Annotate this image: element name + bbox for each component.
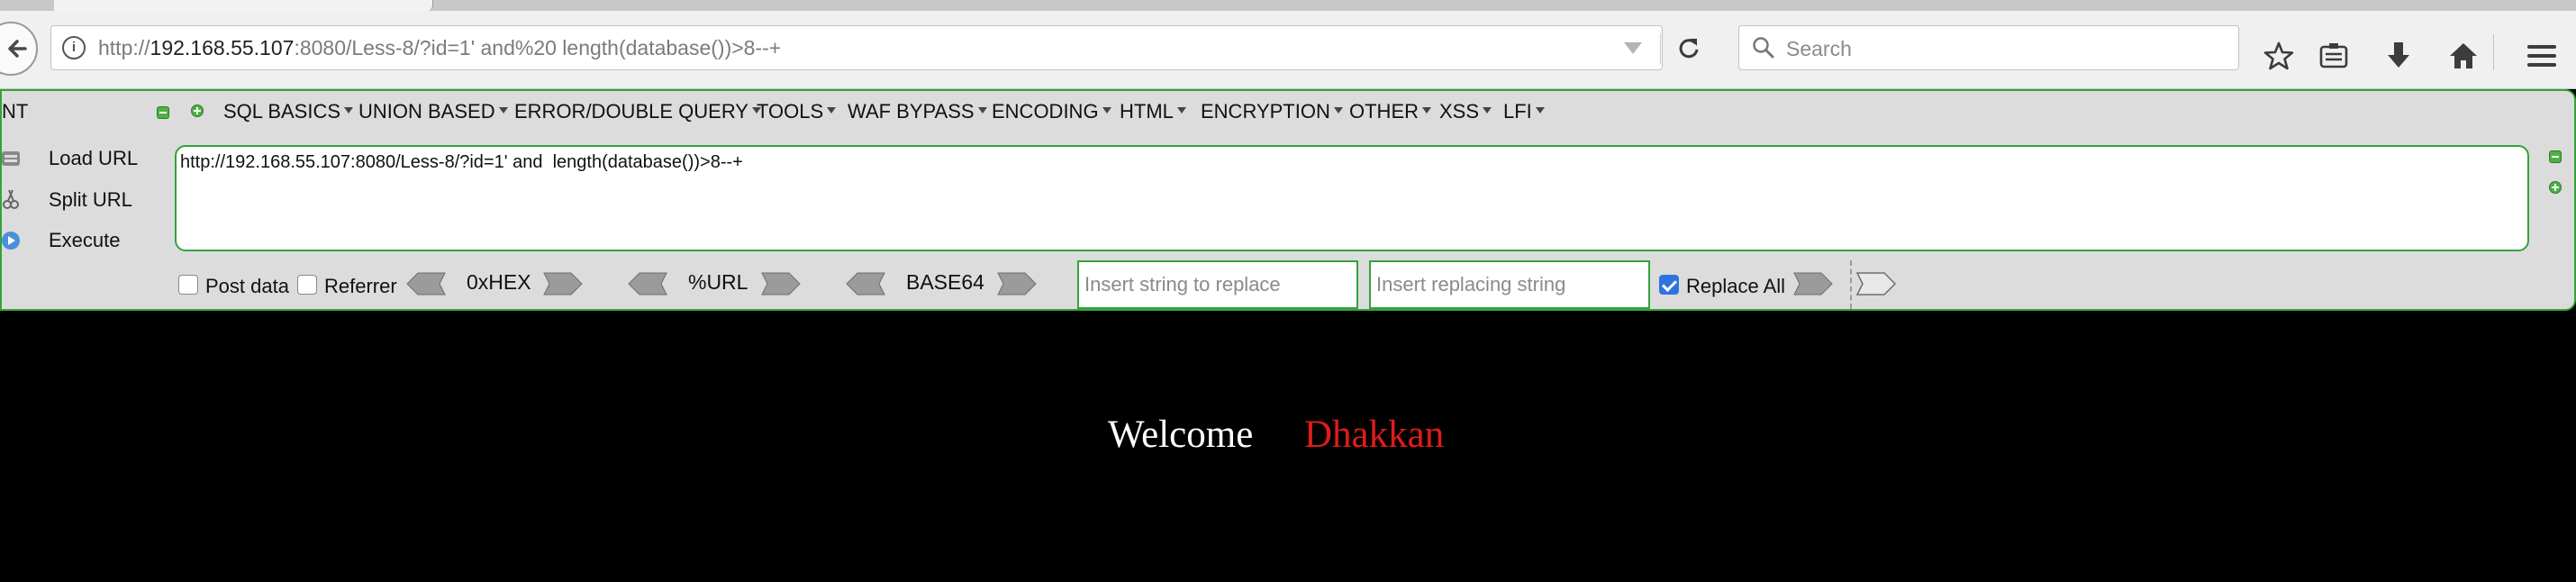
- hex-encode-arrow-icon[interactable]: [542, 271, 584, 296]
- reading-list-icon: [2319, 43, 2348, 68]
- search-input[interactable]: Search: [1786, 37, 1852, 61]
- caret-down-icon: [977, 106, 987, 114]
- collapse-icon[interactable]: [157, 106, 169, 119]
- hex-label: 0xHEX: [467, 270, 531, 294]
- hex-decode-arrow-icon[interactable]: [405, 271, 447, 296]
- url-encode-arrow-icon[interactable]: [760, 271, 802, 296]
- info-icon[interactable]: i: [62, 36, 86, 59]
- browser-tab[interactable]: [54, 0, 433, 11]
- caret-down-icon: [1176, 106, 1186, 114]
- expand-icon[interactable]: [191, 105, 204, 117]
- menu-html[interactable]: HTML: [1120, 100, 1186, 123]
- menu-lfi[interactable]: LFI: [1503, 100, 1545, 123]
- load-url-button[interactable]: Load URL: [49, 147, 138, 170]
- download-icon: [2388, 42, 2409, 68]
- replace-all-label: Replace All: [1686, 275, 1786, 297]
- search-bar[interactable]: Search: [1738, 25, 2239, 70]
- tab-strip: [0, 0, 2576, 11]
- caret-down-icon: [1333, 106, 1343, 114]
- base64-encode-arrow-icon[interactable]: [996, 271, 1038, 296]
- reload-icon: [1679, 39, 1699, 59]
- caret-down-icon: [1422, 106, 1431, 114]
- hamburger-menu-icon: [2527, 45, 2556, 67]
- username-text: Dhakkan: [1304, 414, 1445, 456]
- bookmark-star-icon: [2263, 41, 2294, 70]
- post-data-label: Post data: [205, 275, 289, 297]
- replace-arrow-icon[interactable]: [1792, 271, 1834, 296]
- hackbar-title-fragment: NT: [2, 100, 29, 123]
- url-host: 192.168.55.107: [150, 36, 295, 59]
- home-icon: [2450, 43, 2477, 68]
- dashed-separator: [1850, 260, 1852, 309]
- menu-error-double-query[interactable]: ERROR/DOUBLE QUERY: [514, 100, 761, 123]
- load-url-icon[interactable]: [0, 148, 22, 169]
- referrer-checkbox[interactable]: [297, 275, 317, 295]
- caret-down-icon: [1535, 106, 1545, 114]
- navigation-toolbar: i http://192.168.55.107:8080/Less-8/?id=…: [0, 11, 2576, 89]
- base64-decode-arrow-icon[interactable]: [845, 271, 886, 296]
- welcome-text: Welcome: [1108, 414, 1254, 456]
- caret-down-icon: [498, 106, 508, 114]
- post-data-checkbox[interactable]: [178, 275, 198, 295]
- menu-union-based[interactable]: UNION BASED: [358, 100, 508, 123]
- execute-icon[interactable]: [0, 230, 22, 251]
- menu-waf-bypass[interactable]: WAF BYPASS: [848, 100, 987, 123]
- url-separator: [1660, 33, 1661, 64]
- split-url-button[interactable]: Split URL: [49, 188, 132, 212]
- caret-down-icon: [1483, 106, 1492, 114]
- menu-encryption[interactable]: ENCRYPTION: [1201, 100, 1343, 123]
- url-decode-arrow-icon[interactable]: [627, 271, 668, 296]
- replace-next-arrow-icon[interactable]: [1855, 271, 1897, 296]
- menu-button[interactable]: [2522, 36, 2562, 76]
- bookmark-button[interactable]: [2259, 36, 2299, 76]
- back-arrow-icon: [8, 40, 27, 58]
- split-url-icon[interactable]: [0, 188, 22, 210]
- shrink-icon[interactable]: [2549, 150, 2562, 163]
- search-icon: [1753, 37, 1774, 59]
- url-bar[interactable]: i http://192.168.55.107:8080/Less-8/?id=…: [50, 25, 1699, 70]
- menu-encoding[interactable]: ENCODING: [992, 100, 1111, 123]
- caret-down-icon: [827, 106, 837, 114]
- string-to-replace-input[interactable]: Insert string to replace: [1077, 260, 1358, 309]
- grow-icon[interactable]: [2549, 181, 2562, 194]
- dropdown-icon[interactable]: [1624, 42, 1642, 54]
- back-button[interactable]: [0, 22, 38, 76]
- url-text[interactable]: http://192.168.55.107:8080/Less-8/?id=1'…: [98, 36, 781, 60]
- menu-sql-basics[interactable]: SQL BASICS: [223, 100, 354, 123]
- reload-button[interactable]: [1673, 32, 1705, 64]
- base64-label: BASE64: [906, 270, 984, 294]
- download-button[interactable]: [2379, 36, 2418, 76]
- menu-xss[interactable]: XSS: [1439, 100, 1492, 123]
- url-textarea[interactable]: http://192.168.55.107:8080/Less-8/?id=1'…: [175, 145, 2529, 251]
- replace-all-checkbox[interactable]: [1659, 275, 1679, 295]
- execute-button[interactable]: Execute: [49, 229, 121, 252]
- caret-down-icon: [1102, 106, 1111, 114]
- referrer-label: Referrer: [324, 275, 397, 297]
- url-encoding-label: %URL: [688, 270, 748, 294]
- menu-tools[interactable]: TOOLS: [757, 100, 837, 123]
- home-button[interactable]: [2444, 36, 2483, 76]
- reading-list-button[interactable]: [2314, 36, 2354, 76]
- toolbar-separator: [2493, 34, 2494, 70]
- replacing-string-input[interactable]: Insert replacing string: [1369, 260, 1650, 309]
- menu-other[interactable]: OTHER: [1349, 100, 1431, 123]
- hackbar-panel: NT SQL BASICS UNION BASED ERROR/DOUBLE Q…: [0, 89, 2576, 311]
- caret-down-icon: [344, 106, 354, 114]
